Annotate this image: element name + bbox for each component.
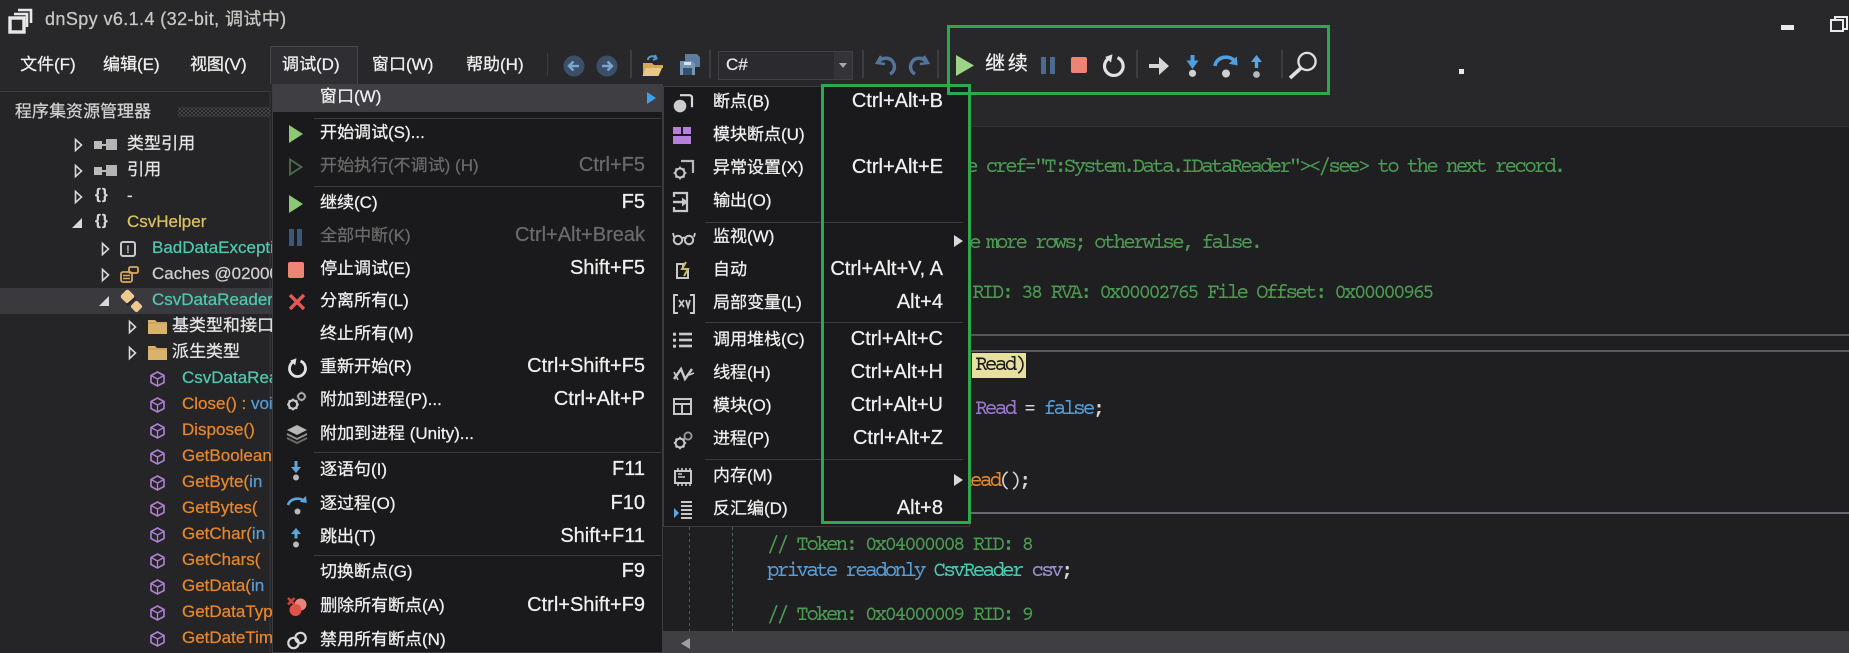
svg-text:!: ! [126,241,130,257]
